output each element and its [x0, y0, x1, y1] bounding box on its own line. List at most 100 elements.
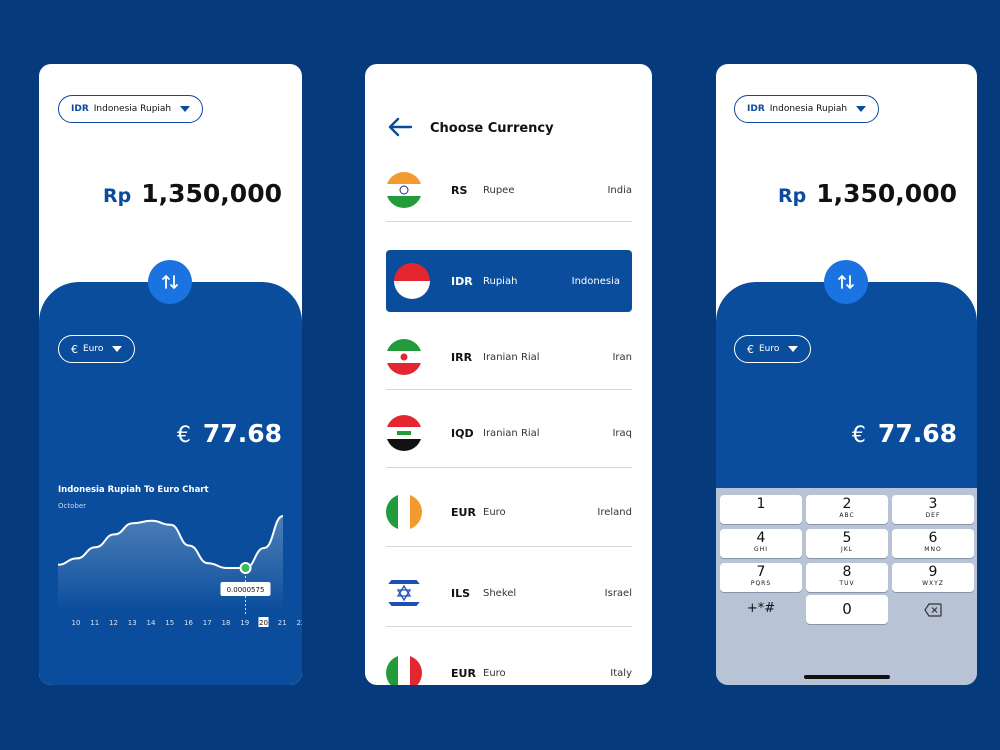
key-digit: 2	[842, 496, 852, 512]
currency-name: Iranian Rial	[483, 351, 540, 363]
chart-tooltip: 0.0000575	[227, 586, 265, 594]
backspace-icon	[924, 603, 942, 617]
x-tick-label[interactable]: 21	[278, 619, 287, 627]
currency-name: Rupiah	[483, 275, 518, 287]
ireland-flag-icon	[386, 494, 422, 530]
key-6[interactable]: 6 MNO	[892, 529, 974, 558]
key-8[interactable]: 8 TUV	[806, 563, 888, 592]
key-9[interactable]: 9 WXYZ	[892, 563, 974, 592]
euro-symbol: €	[176, 423, 191, 448]
x-tick-label[interactable]: 13	[128, 619, 137, 627]
caret-down-icon	[112, 346, 123, 352]
x-tick-label[interactable]: 20	[259, 619, 268, 627]
from-currency-name: Indonesia Rupiah	[93, 104, 172, 114]
key-7[interactable]: 7 PQRS	[720, 563, 802, 592]
rupiah-symbol: Rp	[778, 185, 807, 207]
swap-arrows-icon	[838, 275, 854, 289]
backspace-key[interactable]	[892, 597, 974, 626]
to-amount-value: 77.68	[877, 419, 957, 448]
india-flag-icon	[386, 172, 422, 208]
currency-country: Italy	[610, 667, 632, 679]
x-tick-label[interactable]: 14	[147, 619, 156, 627]
x-tick-label[interactable]: 11	[90, 619, 99, 627]
caret-down-icon	[788, 346, 799, 352]
currency-name: Shekel	[483, 587, 517, 599]
key-3[interactable]: 3 DEF	[892, 495, 974, 524]
key-symbols[interactable]: +*#	[720, 597, 802, 626]
currency-row-iqd[interactable]: IQD Iranian Rial Iraq	[386, 402, 632, 464]
x-tick-label[interactable]: 22	[297, 619, 302, 627]
currency-row-eur-italy[interactable]: EUR Euro Italy	[386, 642, 632, 685]
key-letters: WXYZ	[922, 580, 944, 587]
israel-flag-icon	[386, 575, 422, 611]
x-tick-label[interactable]: 16	[184, 619, 193, 627]
highlight-marker[interactable]	[239, 562, 252, 574]
x-tick-label[interactable]: 19	[240, 619, 249, 627]
currency-code: IQD	[451, 426, 474, 440]
key-digit: 1	[756, 496, 766, 512]
currency-code: IDR	[451, 274, 473, 288]
divider	[386, 467, 632, 468]
chart-title: Indonesia Rupiah To Euro Chart	[58, 485, 209, 495]
back-button[interactable]	[387, 116, 413, 142]
italy-flag-icon	[386, 655, 422, 685]
iran-flag-icon	[386, 339, 422, 375]
euro-symbol: €	[747, 342, 754, 356]
x-tick-label[interactable]: 17	[203, 619, 212, 627]
currency-row-eur-ireland[interactable]: EUR Euro Ireland	[386, 481, 632, 543]
currency-row-idr[interactable]: IDR Rupiah Indonesia	[386, 250, 632, 312]
euro-symbol: €	[851, 423, 866, 448]
divider	[386, 626, 632, 627]
key-5[interactable]: 5 JKL	[806, 529, 888, 558]
key-letters: GHI	[754, 546, 768, 553]
currency-row-irr[interactable]: IRR Iranian Rial Iran	[386, 326, 632, 388]
key-digit: 0	[842, 600, 852, 618]
divider	[386, 221, 632, 222]
swap-button[interactable]	[824, 260, 868, 304]
converter-screen: IDR Indonesia Rupiah Rp 1,350,000 € Euro…	[39, 64, 302, 685]
numeric-keypad: 1 2 ABC 3 DEF 4 GHI 5 JKL 6 MNO 7 PQRS 8 TUV 9W…	[716, 488, 977, 685]
from-amount-value: 1,350,000	[141, 179, 282, 208]
key-4[interactable]: 4 GHI	[720, 529, 802, 558]
key-letters: ABC	[839, 512, 855, 519]
key-digit: 6	[928, 530, 938, 546]
currency-row-rs[interactable]: RS Rupee India	[386, 159, 632, 221]
from-currency-dropdown[interactable]: IDR Indonesia Rupiah	[734, 95, 880, 123]
currency-code: IRR	[451, 350, 473, 364]
key-letters: JKL	[840, 546, 854, 553]
x-tick-label[interactable]: 12	[109, 619, 118, 627]
key-letters: MNO	[924, 546, 942, 553]
swap-button[interactable]	[148, 260, 192, 304]
from-currency-code: IDR	[71, 104, 89, 114]
key-digit: 3	[928, 496, 938, 512]
from-currency-code: IDR	[747, 104, 765, 114]
x-tick-label[interactable]: 15	[165, 619, 174, 627]
x-tick-label[interactable]: 10	[72, 619, 81, 627]
from-amount: Rp 1,350,000	[778, 179, 957, 208]
indonesia-flag-icon	[394, 263, 430, 299]
currency-code: EUR	[451, 666, 476, 680]
divider	[386, 389, 632, 390]
from-amount-value: 1,350,000	[816, 179, 957, 208]
to-currency-name: Euro	[759, 344, 780, 354]
currency-name: Rupee	[483, 184, 515, 196]
divider	[386, 546, 632, 547]
caret-down-icon	[180, 106, 191, 112]
key-letters: PQRS	[750, 580, 772, 587]
to-currency-dropdown[interactable]: € Euro	[58, 335, 136, 363]
key-digit: 4	[756, 530, 766, 546]
key-2[interactable]: 2 ABC	[806, 495, 888, 524]
currency-row-ils[interactable]: ILS Shekel Israel	[386, 562, 632, 624]
currency-name: Euro	[483, 506, 506, 518]
key-letters: DEF	[925, 512, 941, 519]
currency-country: India	[607, 184, 632, 196]
key-digit: 9	[928, 564, 938, 580]
to-amount-value: 77.68	[202, 419, 282, 448]
back-arrow-icon	[388, 117, 413, 137]
x-tick-label[interactable]: 18	[222, 619, 231, 627]
page-title: Choose Currency	[430, 121, 554, 136]
to-currency-dropdown[interactable]: € Euro	[734, 335, 812, 363]
from-currency-dropdown[interactable]: IDR Indonesia Rupiah	[58, 95, 204, 123]
key-0[interactable]: 0	[806, 595, 888, 624]
key-1[interactable]: 1	[720, 495, 802, 524]
